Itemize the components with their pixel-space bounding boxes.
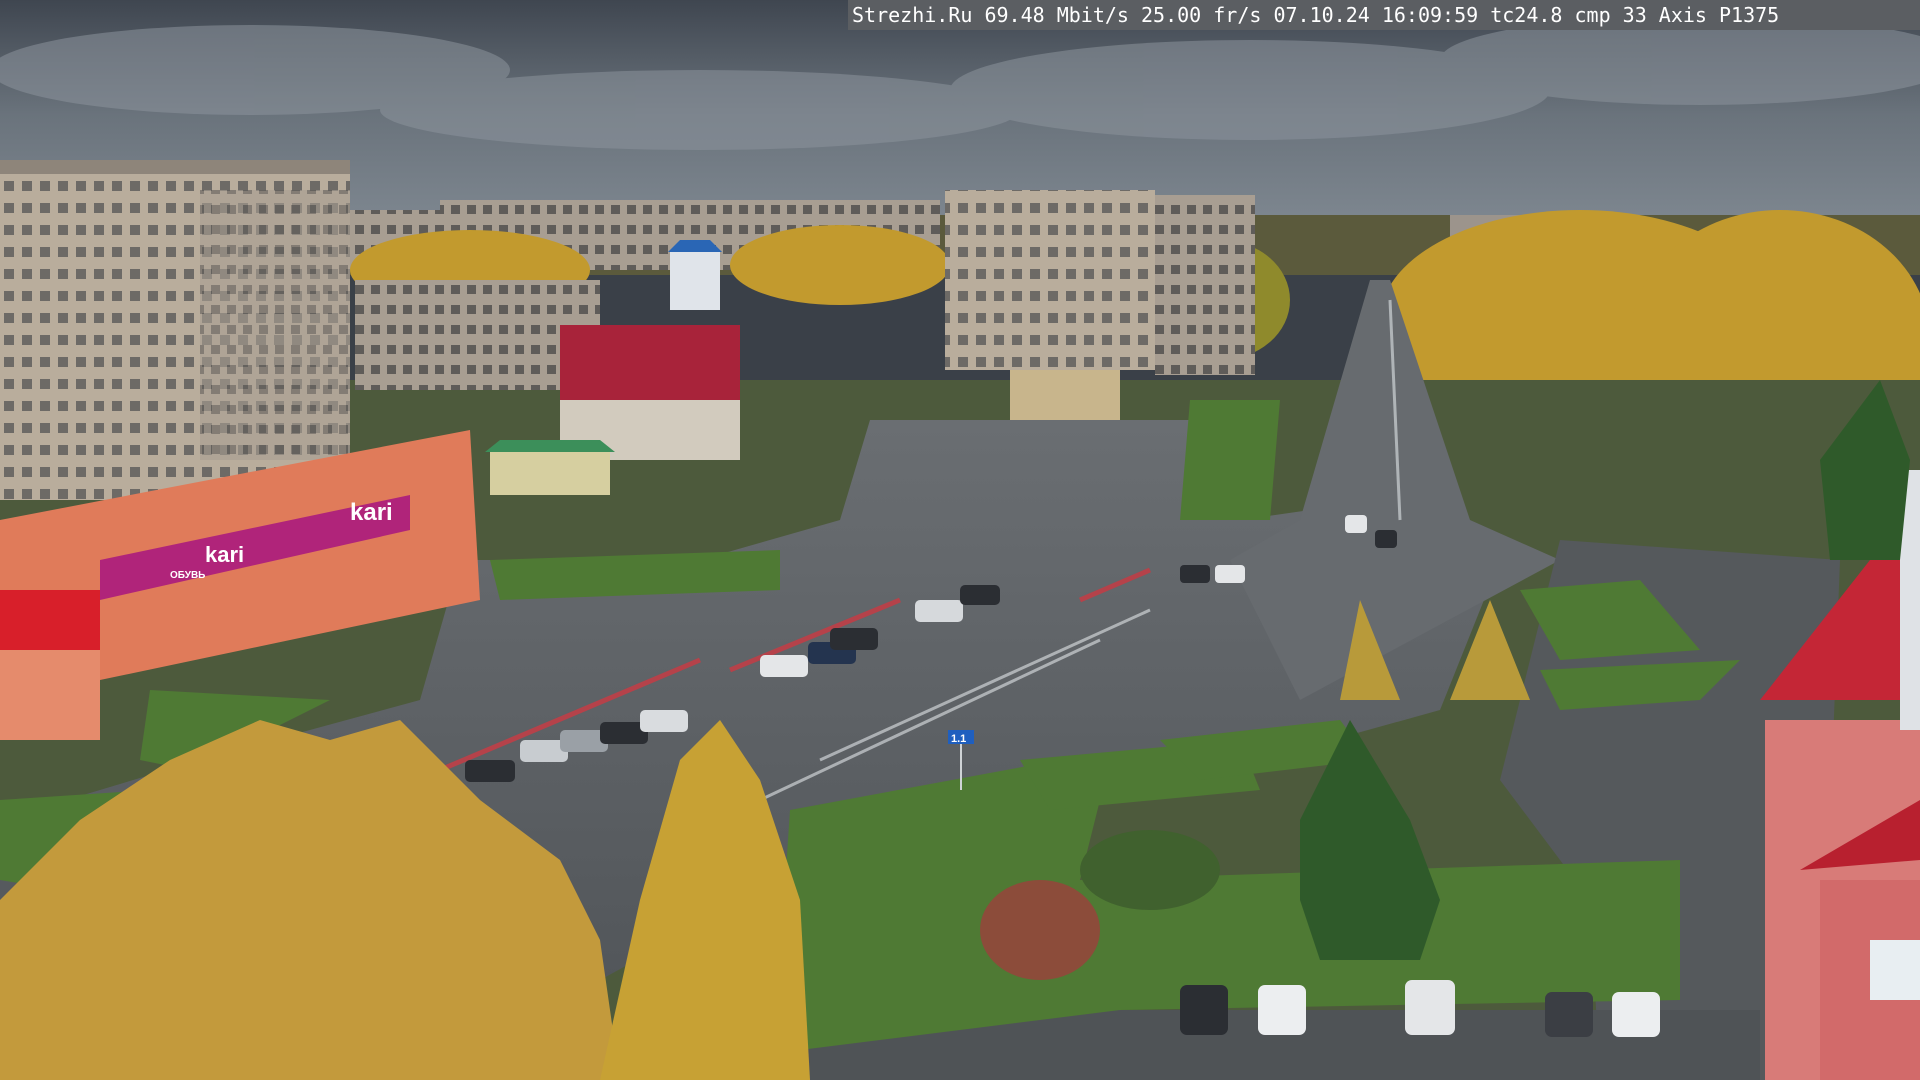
osd-cmp: cmp 33 xyxy=(1574,3,1659,27)
city-square-scene: kari kari ОБУВЬ 1.1 xyxy=(0,0,1920,1080)
osd-bitrate: 69.48 Mbit/s xyxy=(984,3,1141,27)
osd-date: 07.10.24 xyxy=(1273,3,1382,27)
camera-osd-bar: Strezhi.Ru 69.48 Mbit/s 25.00 fr/s 07.10… xyxy=(848,0,1920,30)
kari-caption: ОБУВЬ xyxy=(170,570,205,581)
kari-sign-bottom: kari xyxy=(205,542,244,567)
osd-camera-model: Axis P1375 xyxy=(1658,3,1780,27)
kiosk xyxy=(490,450,610,495)
osd-tc: tc24.8 xyxy=(1490,3,1575,27)
webcam-frame: kari kari ОБУВЬ 1.1 xyxy=(0,0,1920,1080)
kari-sign-top: kari xyxy=(350,499,393,526)
osd-framerate: 25.00 fr/s xyxy=(1141,3,1274,27)
street-sign-text: 1.1 xyxy=(951,733,966,745)
osd-time: 16:09:59 xyxy=(1381,3,1491,27)
left-apartment-block xyxy=(0,160,350,500)
osd-site: Strezhi.Ru xyxy=(852,3,985,27)
